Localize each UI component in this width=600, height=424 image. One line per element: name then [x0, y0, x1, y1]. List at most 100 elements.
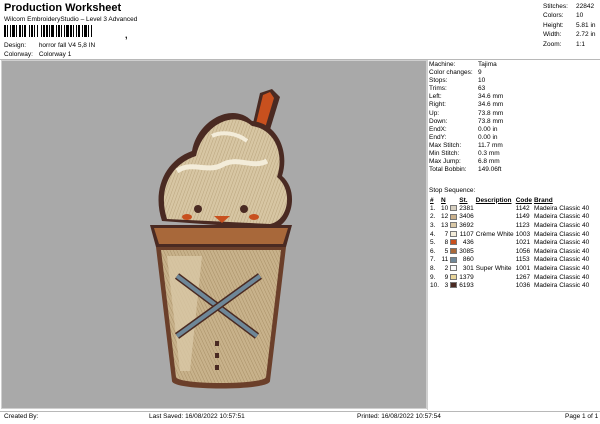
row-description — [475, 213, 515, 222]
info-row: Down: 73.8 mm — [429, 118, 503, 126]
row-swatch-cell — [449, 204, 458, 213]
row-stitches: 3692 — [459, 221, 474, 229]
row-description — [475, 256, 515, 265]
row-stitches: 3085 — [459, 247, 474, 255]
color-swatch — [450, 205, 458, 212]
color-swatch — [450, 273, 458, 280]
col-code: Code — [515, 196, 532, 204]
info-value: 0.00 in — [478, 133, 498, 141]
info-row: Right: 34.6 mm — [429, 101, 503, 109]
col-swatch — [449, 196, 458, 204]
embroidery-design-image — [150, 89, 293, 389]
row-swatch-cell — [449, 230, 458, 239]
row-brand: Madeira Classic 40 — [533, 221, 590, 229]
col-index: # — [430, 196, 434, 204]
row-code: 1149 — [515, 213, 530, 221]
table-header-row: # N St. Description Code Brand — [429, 196, 590, 204]
info-row: Trims: 63 — [429, 85, 503, 93]
info-row: EndX: 0.00 in — [429, 126, 503, 134]
table-row: 5. 8 436 1021 Madeira Classic 40 — [429, 238, 590, 247]
summary-stats: Stitches: 22842 Colors: 10 Height: 5.81 in … — [543, 2, 596, 49]
row-swatch-cell — [449, 238, 458, 247]
machine-info: Machine: Tajima Color changes: 9 Stops: 10 Tri… — [429, 61, 503, 174]
last-saved: Last Saved: 16/08/2022 10:57:51 — [149, 413, 245, 420]
row-brand: Madeira Classic 40 — [533, 273, 590, 281]
info-value: 9 — [478, 69, 482, 77]
info-label: Down: — [429, 117, 448, 125]
row-n: 13 — [441, 221, 449, 229]
row-index: 5. — [430, 239, 436, 247]
info-value: 73.8 mm — [478, 109, 504, 117]
stat-zoom: Zoom: 1:1 — [543, 40, 586, 48]
design-value: horror fall V4 5,8 IN — [38, 42, 96, 49]
col-n: N — [441, 196, 446, 204]
info-value: 63 — [478, 85, 486, 93]
info-label: Left: — [429, 93, 442, 101]
row-index: 9. — [430, 273, 436, 281]
row-index: 4. — [430, 230, 436, 238]
info-label: Up: — [429, 109, 440, 117]
info-value: 34.6 mm — [478, 101, 504, 109]
row-brand: Madeira Classic 40 — [533, 282, 590, 290]
row-description — [475, 273, 515, 282]
info-value: Tajima — [478, 61, 497, 68]
row-index: 2. — [430, 213, 436, 221]
row-code: 1021 — [515, 239, 531, 247]
row-swatch-cell — [449, 221, 458, 230]
page-title: Production Worksheet — [4, 2, 122, 14]
whipped-cream-shape — [158, 112, 293, 229]
design-label: Design: — [4, 42, 27, 49]
info-row: Color changes: 9 — [429, 69, 503, 77]
table-row: 6. 5 3085 1056 Madeira Classic 40 — [429, 247, 590, 256]
info-row: Machine: Tajima — [429, 61, 503, 69]
row-index: 3. — [430, 221, 436, 229]
row-swatch-cell — [449, 281, 458, 290]
row-code: 1142 — [515, 204, 530, 212]
info-label: Machine: — [429, 61, 456, 68]
table-row: 1. 10 2381 1142 Madeira Classic 40 — [429, 204, 590, 213]
stop-sequence-table: # N St. Description Code Brand 1. 10 2381 1… — [429, 196, 590, 290]
info-label: Max Jump: — [429, 158, 461, 166]
row-index: 6. — [430, 247, 436, 255]
col-brand: Brand — [533, 196, 553, 204]
info-row: Min Stitch: 0.3 mm — [429, 150, 503, 158]
color-swatch — [450, 248, 458, 255]
row-brand: Madeira Classic 40 — [533, 204, 590, 212]
info-label: EndX: — [429, 125, 447, 133]
info-row: Max Jump: 6.8 mm — [429, 158, 503, 166]
info-value: 0.00 in — [478, 125, 498, 133]
row-swatch-cell — [449, 213, 458, 222]
row-stitches: 3406 — [459, 213, 474, 221]
design-preview — [1, 60, 427, 409]
row-n: 12 — [441, 213, 449, 221]
row-n: 3 — [444, 282, 449, 290]
software-name: Wilcom EmbroideryStudio – Level 3 Advanc… — [4, 16, 138, 23]
panel-divider — [427, 60, 428, 410]
row-description: Crème White — [475, 230, 514, 238]
table-row: 8. 2 301 Super White 1001 Madeira Classic 40 — [429, 264, 590, 273]
info-value: 73.8 mm — [478, 117, 504, 125]
page-number: Page 1 of 1 — [565, 413, 599, 420]
row-swatch-cell — [449, 273, 458, 282]
row-n: 11 — [441, 256, 449, 264]
row-brand: Madeira Classic 40 — [533, 213, 590, 221]
row-brand: Madeira Classic 40 — [533, 239, 590, 247]
colorway-row: Colorway: Colorway 1 — [4, 51, 71, 58]
row-stitches: 1107 — [459, 230, 474, 238]
created-by: Created By: — [4, 413, 39, 420]
info-label: Color changes: — [429, 69, 473, 77]
row-stitches: 860 — [462, 256, 474, 264]
row-brand: Madeira Classic 40 — [533, 230, 590, 238]
row-code: 1001 — [515, 264, 531, 272]
table-row: 7. 11 860 1153 Madeira Classic 40 — [429, 256, 590, 265]
row-n: 7 — [444, 230, 449, 238]
row-n: 5 — [444, 247, 449, 255]
info-label: Min Stitch: — [429, 150, 460, 158]
info-value: 0.3 mm — [478, 150, 500, 158]
row-brand: Madeira Classic 40 — [533, 264, 590, 272]
row-stitches: 6193 — [459, 282, 474, 290]
info-value: 34.6 mm — [478, 93, 504, 101]
row-description — [475, 281, 515, 290]
row-code: 1056 — [515, 247, 531, 255]
row-n: 10 — [441, 204, 449, 212]
